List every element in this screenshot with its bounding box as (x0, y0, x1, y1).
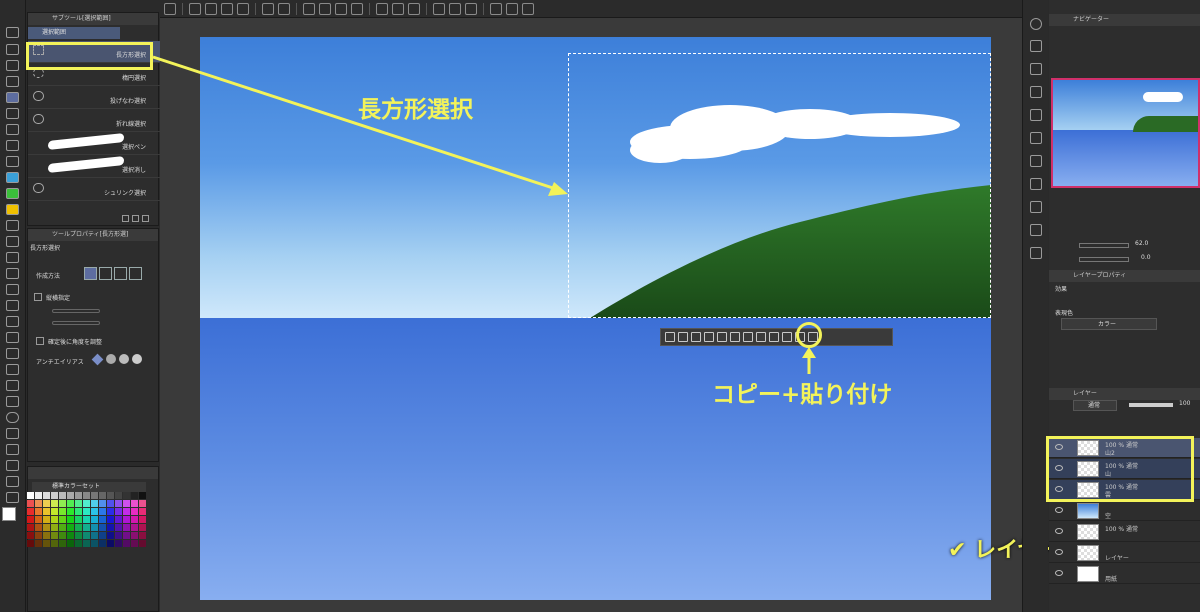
eye-icon[interactable] (1055, 549, 1063, 555)
blend-mode-select[interactable]: 通常 (1073, 400, 1117, 411)
layer-row[interactable]: レイヤー (1049, 543, 1200, 563)
layer-thumbnail (1077, 545, 1099, 561)
zoom-slider[interactable] (1079, 243, 1129, 248)
clip-studio-window: サブツール[選択範囲] 選択範囲 長方形選択 楕円選択 投げなわ選択 折れ線選択… (0, 0, 1200, 612)
layer-name: 用紙 (1105, 576, 1118, 583)
navigator-header: ナビゲーター (1049, 14, 1200, 26)
preview-cloud (1143, 92, 1183, 102)
layer-name: 空 (1105, 513, 1112, 520)
material-icon[interactable] (1030, 63, 1042, 75)
right-panels: ナビゲーター 62.0 0.0 レイヤープロパティ 効果 表現色 カラー レイヤ… (1049, 0, 1200, 612)
navigator-preview[interactable] (1051, 78, 1200, 188)
eye-icon[interactable] (1055, 507, 1063, 513)
right-command-bar (1022, 0, 1048, 612)
annotation-arrows (152, 55, 1068, 530)
zoom-value: 62.0 (1135, 240, 1149, 247)
layer-thumbnail (1077, 566, 1099, 582)
material-icon[interactable] (1030, 109, 1042, 121)
layer-row[interactable]: 用紙 (1049, 564, 1200, 584)
layerprop-header: レイヤープロパティ (1049, 270, 1200, 282)
layer-selection-highlight (1046, 436, 1194, 502)
material-icon[interactable] (1030, 224, 1042, 236)
material-icon[interactable] (1030, 40, 1042, 52)
layer-thumbnail (1077, 503, 1099, 519)
arrow-to-canvas (152, 55, 557, 191)
preview-sea (1053, 130, 1198, 186)
layer-name: レイヤー (1105, 555, 1129, 562)
annotation-rect-select: 長方形選択 (358, 97, 473, 123)
layer-mode: 100 % 通常 (1105, 526, 1138, 533)
eye-icon[interactable] (1055, 570, 1063, 576)
arrowhead (548, 182, 568, 196)
layer-row[interactable]: 100 % 通常 (1049, 522, 1200, 542)
arrowhead (802, 347, 816, 358)
layer-thumbnail (1077, 524, 1099, 540)
layers-header: レイヤー (1049, 388, 1200, 400)
material-icon[interactable] (1030, 86, 1042, 98)
material-icon[interactable] (1030, 178, 1042, 190)
express-color-label: 表現色 (1055, 310, 1074, 317)
opacity-value: 100 (1179, 400, 1191, 407)
eye-icon[interactable] (1055, 528, 1063, 534)
effect-label: 効果 (1055, 286, 1068, 293)
express-color-select[interactable]: カラー (1061, 318, 1157, 330)
material-icon[interactable] (1030, 201, 1042, 213)
layer-row[interactable]: 空 (1049, 501, 1200, 521)
search-icon[interactable] (1030, 18, 1042, 30)
preview-hill (1133, 116, 1198, 132)
opacity-slider[interactable] (1129, 403, 1173, 407)
annotation-copy-paste: コピー+貼り付け (712, 382, 893, 408)
material-icon[interactable] (1030, 247, 1042, 259)
angle-value: 0.0 (1141, 254, 1151, 261)
material-icon[interactable] (1030, 132, 1042, 144)
angle-slider[interactable] (1079, 257, 1129, 262)
material-icon[interactable] (1030, 155, 1042, 167)
